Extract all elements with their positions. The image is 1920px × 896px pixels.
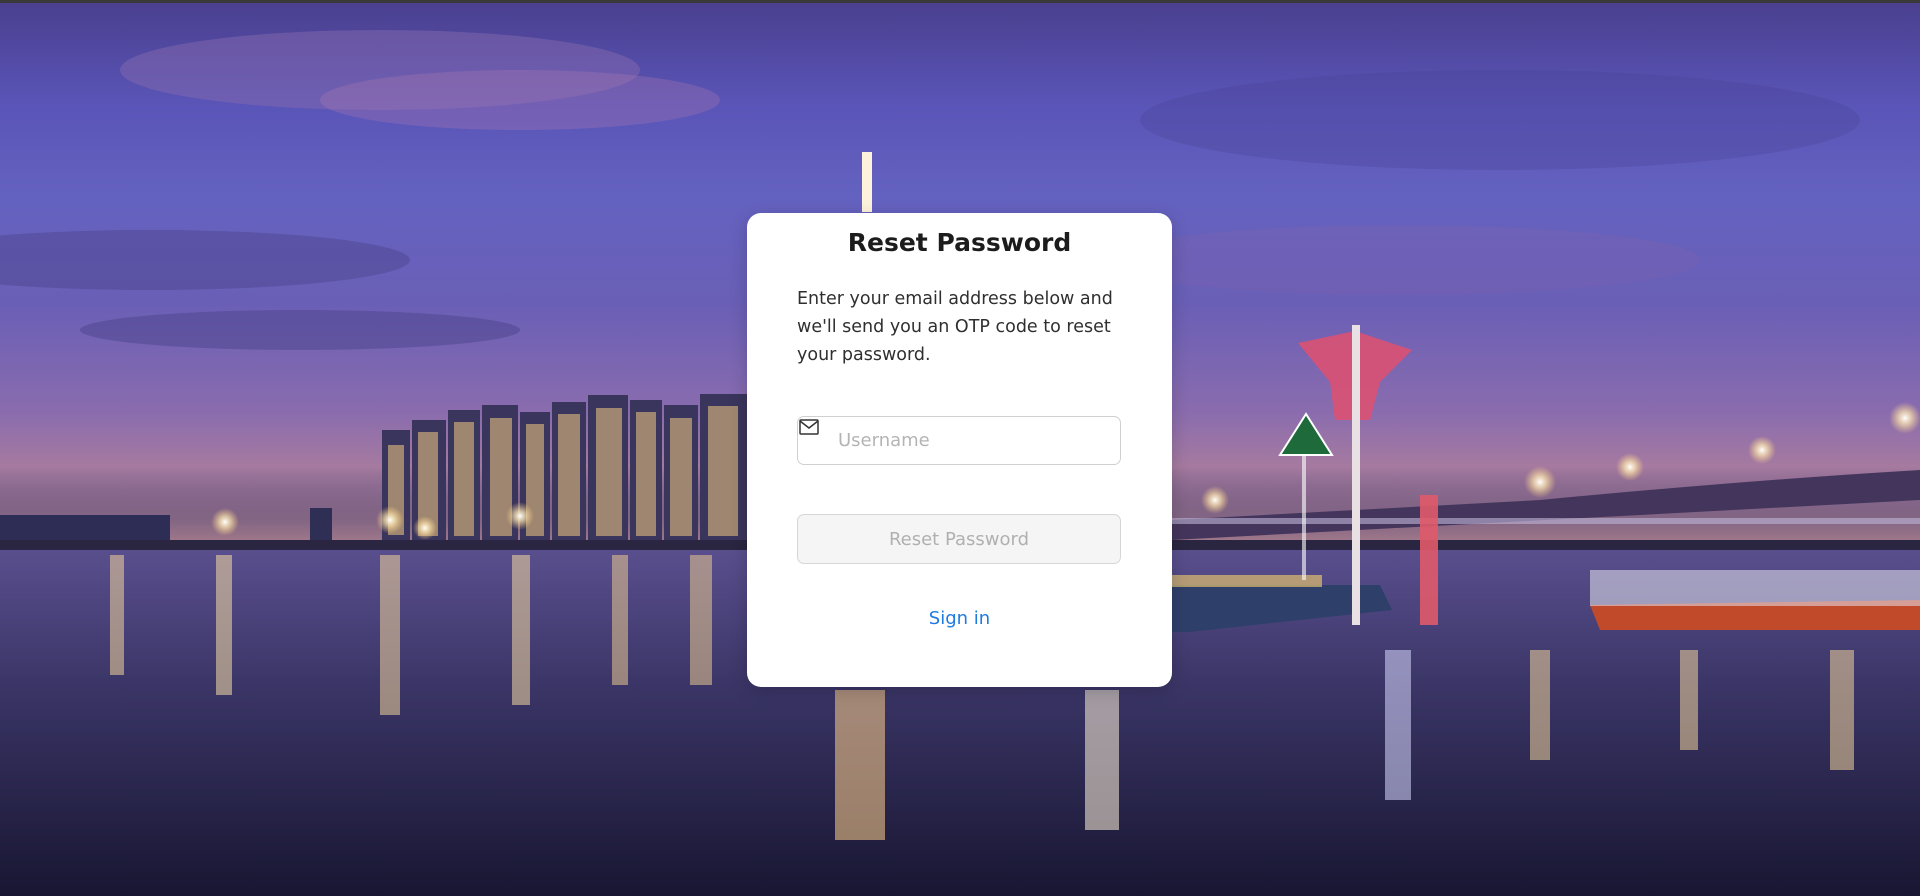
reset-instructions: Enter your email address below and we'll… [797, 289, 1113, 365]
page-title: Reset Password [847, 228, 1072, 257]
background-photo: Reset Password Enter your email address … [0, 0, 1920, 896]
reset-password-card: Reset Password Enter your email address … [747, 213, 1172, 687]
username-field[interactable] [797, 416, 1121, 465]
sign-in-link[interactable]: Sign in [747, 608, 1172, 629]
reset-password-button[interactable]: Reset Password [797, 514, 1121, 564]
mail-icon [799, 419, 819, 435]
username-input[interactable] [838, 417, 1108, 464]
